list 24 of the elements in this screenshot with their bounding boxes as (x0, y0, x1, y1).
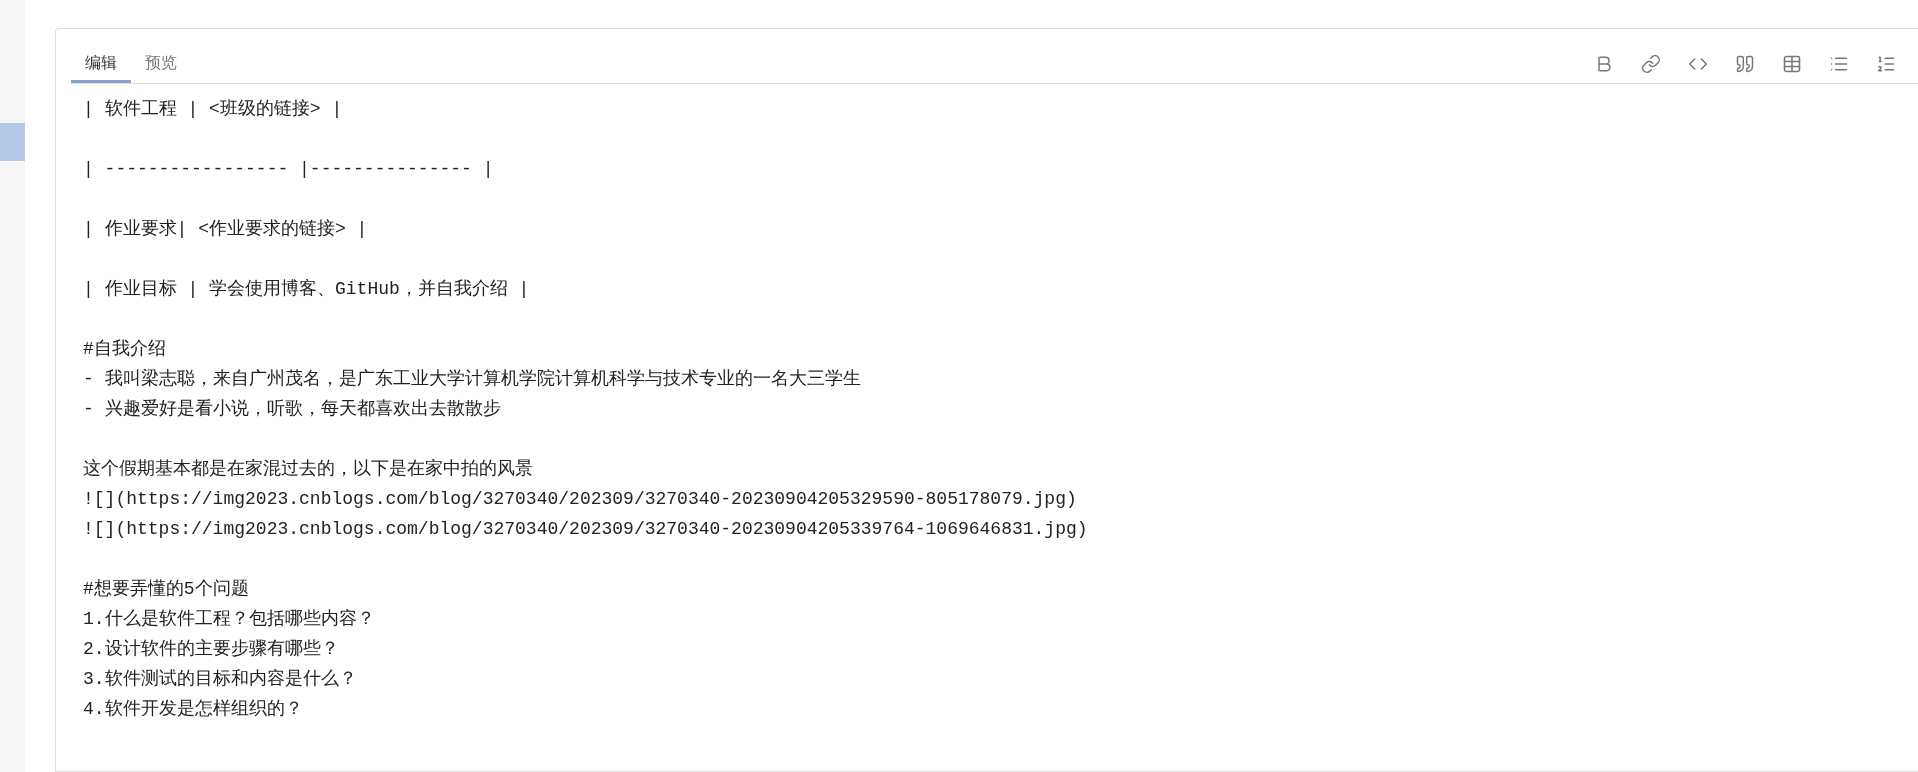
bullet-list-icon (1829, 54, 1849, 74)
numbered-list-icon (1876, 54, 1896, 74)
editor-text-line: 3.软件测试的目标和内容是什么？ (83, 669, 357, 689)
link-icon (1641, 54, 1661, 74)
editor-text-line: | 作业目标 | 学会使用博客、GitHub，并自我介绍 | (83, 279, 530, 299)
quote-icon (1735, 54, 1755, 74)
editor-tab[interactable]: 预览 (131, 45, 191, 83)
editor-text-line: ![](https://img2023.cnblogs.com/blog/3270340/202309/3270340-20230904205329590-805178079.jpg) (83, 489, 1077, 509)
editor-text-line: - 我叫梁志聪，来自广州茂名，是广东工业大学计算机学院计算机科学与技术专业的一名大三学生 (83, 369, 861, 389)
toolbar-button[interactable] (1639, 52, 1663, 76)
editor-text-line: - 兴趣爱好是看小说，听歌，每天都喜欢出去散散步 (83, 399, 501, 419)
editor-text-line: 1.什么是软件工程？包括哪些内容？ (83, 609, 375, 629)
editor-text-line: | 软件工程 | <班级的链接> | (83, 99, 343, 119)
editor-text-line: 2.设计软件的主要步骤有哪些？ (83, 639, 339, 659)
editor-text-line: 4.软件开发是怎样组织的？ (83, 699, 303, 719)
table-icon (1782, 54, 1802, 74)
editor-text-line: ![](https://img2023.cnblogs.com/blog/3270340/202309/3270340-20230904205339764-1069646831.jpg) (83, 519, 1088, 539)
editor-text-line: 这个假期基本都是在家混过去的，以下是在家中拍的风景 (83, 459, 533, 479)
sidebar-marker (0, 123, 25, 161)
editor-tab[interactable]: 编辑 (71, 45, 131, 83)
editor-text-line: | 作业要求| <作业要求的链接> | (83, 219, 368, 239)
editor-text-line: #自我介绍 (83, 339, 166, 359)
editor-text-line: | ----------------- |--------------- | (83, 159, 494, 179)
editor-text-line: #想要弄懂的5个问题 (83, 579, 249, 599)
